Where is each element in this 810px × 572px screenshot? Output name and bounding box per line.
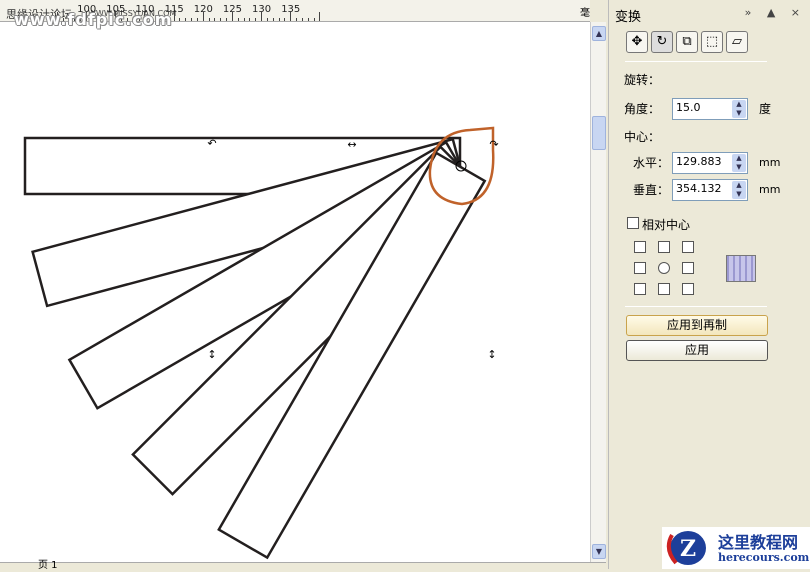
rotate-tool-icon[interactable]: ↻ [651, 31, 673, 53]
position-tool-icon[interactable]: ✥ [626, 31, 648, 53]
watermark: www.fdfpic.com [14, 10, 173, 29]
anchor-point[interactable] [682, 241, 694, 253]
scroll-up-button[interactable]: ▲ [592, 26, 606, 41]
size-tool-icon[interactable]: ⬚ [701, 31, 723, 53]
ruler-tick [185, 18, 187, 21]
ruler-tick [284, 18, 286, 21]
transform-handle-icon[interactable]: ↷ [489, 138, 498, 151]
anchor-point[interactable] [634, 241, 646, 253]
divider [625, 306, 767, 307]
ruler-tick [278, 18, 280, 21]
vertical-label: 垂直： [633, 183, 670, 197]
angle-unit: 度 [759, 102, 772, 116]
ruler-tick [301, 18, 303, 21]
site-logo: Z 这里教程网 herecours.com [662, 527, 810, 569]
horizontal-unit: mm [759, 156, 781, 169]
vertical-spinner[interactable]: ▲ ▼ [732, 181, 746, 199]
transform-handle-icon[interactable]: ↶ [207, 137, 216, 150]
logo-url: herecours.com [718, 551, 810, 564]
center-label: 中心： [624, 130, 661, 144]
angle-input[interactable]: 15.0 ▲ ▼ [672, 98, 748, 120]
ruler-tick [266, 18, 268, 21]
anchor-point[interactable] [682, 283, 694, 295]
ruler-tick [319, 12, 321, 21]
logo-name: 这里教程网 [718, 533, 799, 552]
ruler-tick [208, 18, 210, 21]
vertical-value: 354.132 [676, 182, 722, 195]
ruler-tick [214, 18, 216, 21]
ruler-tick [255, 18, 257, 21]
horizontal-input[interactable]: 129.883 ▲ ▼ [672, 152, 748, 174]
angle-value: 15.0 [676, 101, 701, 114]
anchor-point[interactable] [634, 283, 646, 295]
ruler-tick [307, 18, 309, 21]
vertical-unit: mm [759, 183, 781, 196]
svg-text:Z: Z [680, 536, 696, 562]
apply-button[interactable]: 应用 [626, 340, 768, 361]
docker-title: 变换 [615, 10, 642, 25]
apply-grid-icon [726, 255, 756, 282]
ruler-label: 120 [193, 4, 213, 15]
horizontal-label: 水平： [633, 156, 670, 170]
ruler-tick [249, 18, 251, 21]
ruler-tick [313, 18, 315, 21]
divider [625, 61, 767, 62]
ruler-label: 125 [222, 4, 242, 15]
ruler-tick [237, 18, 239, 21]
ruler-tick [179, 18, 181, 21]
horizontal-scrollbar[interactable] [0, 562, 606, 569]
horizontal-spinner[interactable]: ▲ ▼ [732, 154, 746, 172]
horizontal-value: 129.883 [676, 155, 722, 168]
ruler-tick [296, 18, 298, 21]
anchor-point[interactable] [634, 262, 646, 274]
scroll-down-button[interactable]: ▼ [592, 544, 606, 559]
ruler-tick [191, 18, 193, 21]
ruler-tick [226, 18, 228, 21]
drawing-canvas[interactable]: ↶ ↔ ↕ ↕ ↷ [0, 22, 590, 562]
transform-handle-icon[interactable]: ↕ [487, 348, 496, 361]
transform-handle-icon[interactable]: ↕ [207, 348, 216, 361]
docker-controls[interactable]: » ▲ × [745, 6, 806, 19]
relative-center-checkbox[interactable] [627, 217, 639, 229]
rotate-section-label: 旋转： [624, 73, 661, 87]
ruler-unit: 毫米 [580, 8, 590, 19]
angle-label: 角度： [624, 102, 661, 116]
transform-handle-icon[interactable]: ↔ [347, 138, 356, 151]
skew-tool-icon[interactable]: ▱ [726, 31, 748, 53]
apply-to-duplicate-button[interactable]: 应用到再制 [626, 315, 768, 336]
scroll-thumb[interactable] [592, 116, 606, 150]
anchor-center[interactable] [658, 262, 670, 274]
logo-z-icon: Z [666, 531, 706, 565]
relative-center-label: 相对中心 [642, 218, 691, 232]
vertical-input[interactable]: 354.132 ▲ ▼ [672, 179, 748, 201]
ruler-tick [196, 18, 198, 21]
ruler-tick [243, 18, 245, 21]
anchor-point[interactable] [682, 262, 694, 274]
angle-spinner[interactable]: ▲ ▼ [732, 100, 746, 118]
vertical-scrollbar[interactable]: ▲ ▼ [590, 22, 606, 562]
transform-docker: 变换 » ▲ × ✥ ↻ ⧉ ⬚ ▱ 旋转： 角度： 15.0 ▲ ▼ 度 中心： … [608, 0, 810, 569]
ruler-tick [272, 18, 274, 21]
ruler-label: 130 [252, 4, 272, 15]
ruler-tick [220, 18, 222, 21]
anchor-point[interactable] [658, 241, 670, 253]
anchor-point[interactable] [658, 283, 670, 295]
ruler-label: 135 [281, 4, 301, 15]
scale-mirror-tool-icon[interactable]: ⧉ [676, 31, 698, 53]
